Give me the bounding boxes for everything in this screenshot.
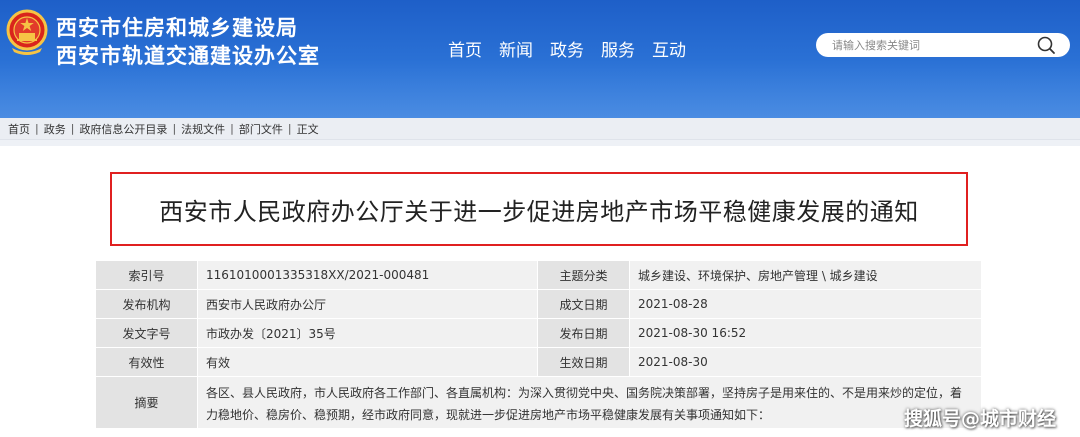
validity-label: 有效性 <box>95 347 198 377</box>
document-number-label: 发文字号 <box>95 318 198 348</box>
nav-item-news[interactable]: 新闻 <box>499 36 533 61</box>
table-row: 发文字号 市政办发〔2021〕35号 发布日期 2021-08-30 16:52 <box>95 318 982 348</box>
breadcrumb-info-disclosure[interactable]: 政府信息公开目录 <box>79 121 167 137</box>
index-value: 1161010001335318XX/2021-000481 <box>197 260 538 290</box>
search-input[interactable] <box>832 36 1032 54</box>
breadcrumb-department-documents[interactable]: 部门文件 <box>239 121 283 137</box>
national-emblem-icon <box>6 9 48 55</box>
nav-item-home[interactable]: 首页 <box>448 36 482 61</box>
search-icon[interactable] <box>1036 35 1056 55</box>
breadcrumb-separator: | <box>172 122 177 135</box>
index-label: 索引号 <box>95 260 198 290</box>
issuer-label: 发布机构 <box>95 289 198 319</box>
breadcrumb-separator: | <box>35 122 39 135</box>
publish-date-label: 发布日期 <box>537 318 630 348</box>
table-row: 发布机构 西安市人民政府办公厅 成文日期 2021-08-28 <box>95 289 982 319</box>
document-number-value: 市政办发〔2021〕35号 <box>197 318 538 348</box>
effective-date-value: 2021-08-30 <box>629 347 982 377</box>
topic-value: 城乡建设、环境保护、房地产管理 \ 城乡建设 <box>629 260 982 290</box>
effective-date-label: 生效日期 <box>537 347 630 377</box>
abstract-value: 各区、县人民政府，市人民政府各工作部门、各直属机构：为深入贯彻党中央、国务院决策… <box>197 376 982 429</box>
abstract-label: 摘要 <box>95 376 198 429</box>
nav-item-interaction[interactable]: 互动 <box>652 36 686 61</box>
table-row: 有效性 有效 生效日期 2021-08-30 <box>95 347 982 377</box>
breadcrumb-government-affairs[interactable]: 政务 <box>44 121 66 137</box>
document-metadata-table: 索引号 1161010001335318XX/2021-000481 主题分类 … <box>95 260 982 429</box>
publish-date-value: 2021-08-30 16:52 <box>629 318 982 348</box>
site-header: 西安市住房和城乡建设局 西安市轨道交通建设办公室 首页 新闻 政务 服务 互动 <box>0 0 1080 118</box>
issuer-value: 西安市人民政府办公厅 <box>197 289 538 319</box>
nav-item-services[interactable]: 服务 <box>601 36 635 61</box>
breadcrumb-regulations[interactable]: 法规文件 <box>181 121 225 137</box>
site-title-line1[interactable]: 西安市住房和城乡建设局 <box>56 12 298 42</box>
date-written-value: 2021-08-28 <box>629 289 982 319</box>
breadcrumb-current: 正文 <box>296 122 319 136</box>
site-title-line2[interactable]: 西安市轨道交通建设办公室 <box>56 40 320 70</box>
breadcrumb-separator: | <box>287 122 292 135</box>
breadcrumb-home[interactable]: 首页 <box>8 121 30 137</box>
table-row: 摘要 各区、县人民政府，市人民政府各工作部门、各直属机构：为深入贯彻党中央、国务… <box>95 376 982 429</box>
table-row: 索引号 1161010001335318XX/2021-000481 主题分类 … <box>95 260 982 290</box>
article-title-highlight: 西安市人民政府办公厅关于进一步促进房地产市场平稳健康发展的通知 <box>110 172 968 246</box>
article-title: 西安市人民政府办公厅关于进一步促进房地产市场平稳健康发展的通知 <box>159 197 919 226</box>
watermark: 搜狐号@城市财经 <box>903 408 1056 430</box>
main-nav: 首页 新闻 政务 服务 互动 <box>448 36 686 61</box>
breadcrumb-separator: | <box>70 122 75 135</box>
article-panel: 西安市人民政府办公厅关于进一步促进房地产市场平稳健康发展的通知 索引号 1161… <box>0 146 1080 437</box>
search-box <box>816 33 1070 57</box>
date-written-label: 成文日期 <box>537 289 630 319</box>
validity-value: 有效 <box>197 347 538 377</box>
breadcrumb: 首页 | 政务 | 政府信息公开目录 | 法规文件 | 部门文件 | 正文 <box>0 118 1080 140</box>
breadcrumb-separator: | <box>230 122 234 135</box>
nav-item-government-affairs[interactable]: 政务 <box>550 36 584 61</box>
topic-label: 主题分类 <box>537 260 630 290</box>
